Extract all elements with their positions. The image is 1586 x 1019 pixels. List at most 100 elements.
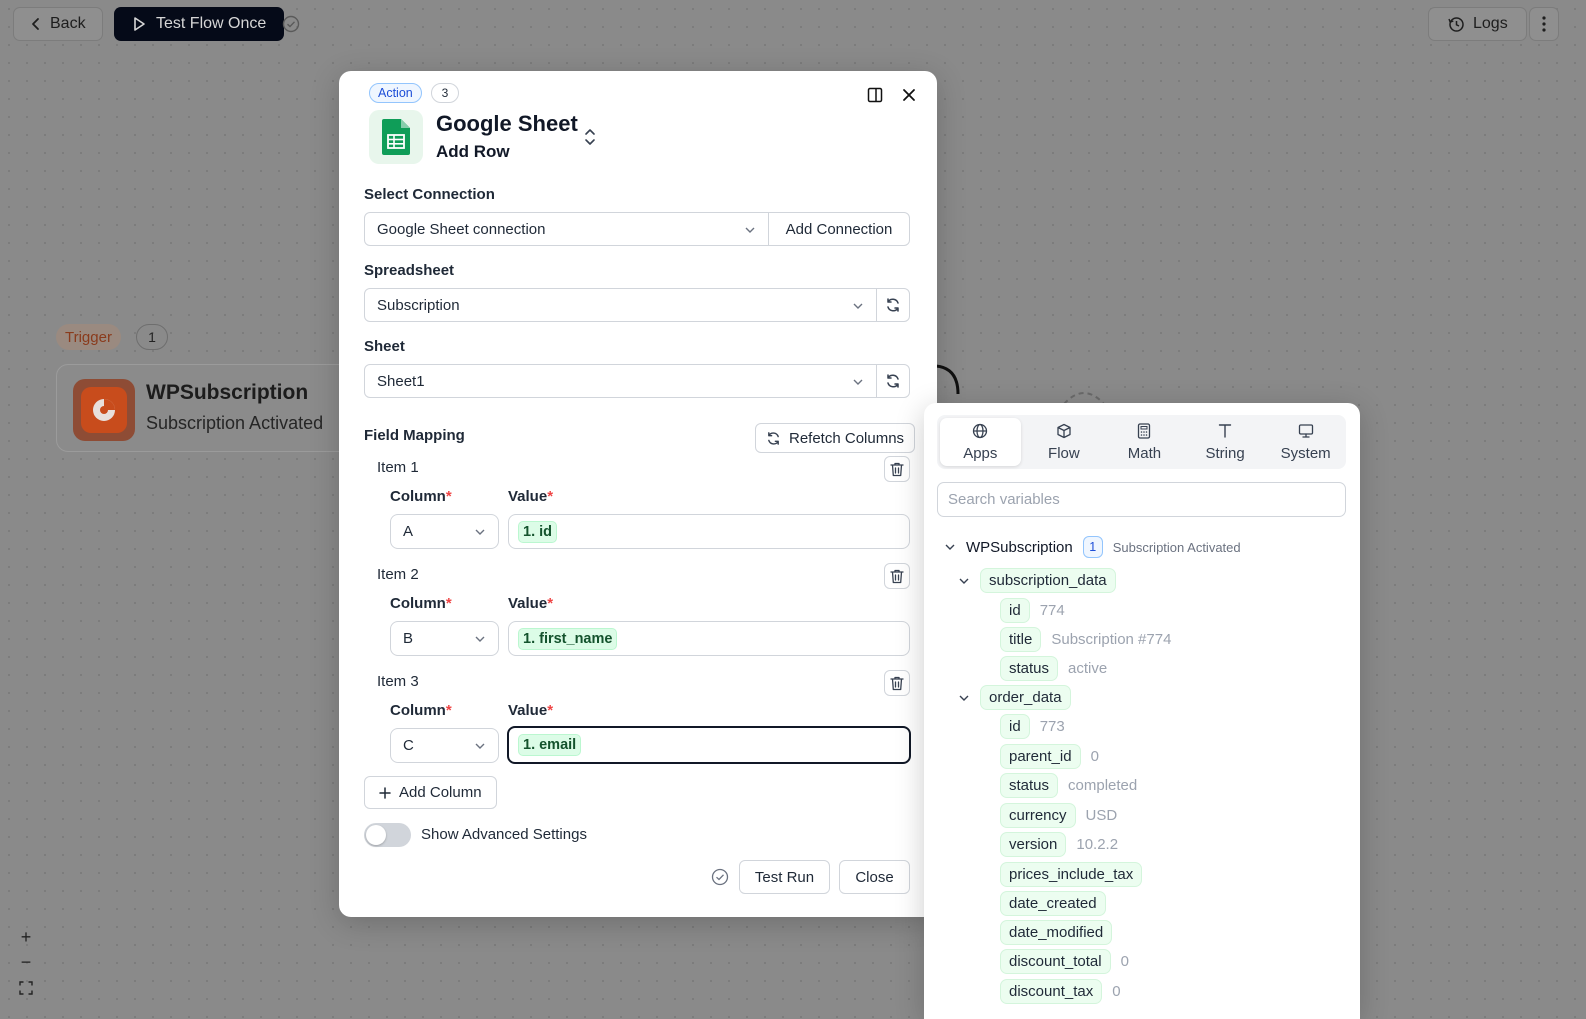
- variable-key-chip[interactable]: date_created: [1000, 891, 1106, 916]
- variable-key-chip[interactable]: currency: [1000, 803, 1076, 828]
- variable-chip[interactable]: 1. id: [518, 520, 558, 543]
- test-flow-once-label: Test Flow Once: [156, 15, 267, 32]
- spreadsheet-select-value: Subscription: [377, 296, 460, 314]
- tab-system[interactable]: System: [1265, 415, 1346, 469]
- column-select[interactable]: A: [390, 514, 499, 549]
- variable-row[interactable]: status active: [1000, 656, 1107, 681]
- tab-apps[interactable]: Apps: [940, 418, 1021, 466]
- refresh-sheet-button[interactable]: [876, 364, 910, 398]
- column-select[interactable]: B: [390, 621, 499, 656]
- variable-value: 0: [1090, 748, 1099, 765]
- column-select[interactable]: C: [390, 728, 499, 763]
- variable-row[interactable]: title Subscription #774: [1000, 627, 1171, 652]
- variable-key-chip[interactable]: title: [1000, 627, 1042, 652]
- advanced-settings-toggle[interactable]: [364, 823, 411, 847]
- variable-key-chip[interactable]: status: [1000, 656, 1059, 681]
- variable-key-chip[interactable]: version: [1000, 832, 1067, 857]
- trigger-badge: Trigger: [56, 324, 121, 350]
- tab-flow[interactable]: Flow: [1024, 415, 1105, 469]
- cube-icon: [1056, 423, 1072, 439]
- variable-key-chip[interactable]: discount_tax: [1000, 979, 1103, 1004]
- spreadsheet-select[interactable]: Subscription: [364, 288, 877, 322]
- variable-source-row[interactable]: WPSubscription 1 Subscription Activated: [944, 536, 1241, 558]
- tab-string[interactable]: String: [1185, 415, 1266, 469]
- trigger-node[interactable]: WPSubscription Subscription Activated: [56, 364, 386, 452]
- variable-row[interactable]: date_modified: [1000, 920, 1113, 945]
- trash-icon: [890, 569, 904, 584]
- variable-chip[interactable]: 1. email: [518, 734, 582, 756]
- fit-view-button[interactable]: [12, 976, 40, 1000]
- trigger-step-number: 1: [136, 324, 168, 350]
- add-connection-button[interactable]: Add Connection: [768, 212, 910, 246]
- variable-group-chip[interactable]: order_data: [980, 685, 1071, 710]
- wpsubscription-logo-icon: [73, 379, 135, 441]
- delete-item-button[interactable]: [884, 670, 910, 696]
- variable-group-row[interactable]: order_data: [958, 685, 1071, 710]
- variable-row[interactable]: status completed: [1000, 773, 1137, 798]
- variable-key-chip[interactable]: parent_id: [1000, 744, 1081, 769]
- sheet-label: Sheet: [364, 338, 405, 355]
- history-icon: [1447, 15, 1465, 33]
- google-sheets-icon: [369, 110, 423, 164]
- variable-row[interactable]: prices_include_tax: [1000, 862, 1143, 887]
- variable-chip[interactable]: 1. first_name: [518, 627, 618, 650]
- variable-key-chip[interactable]: prices_include_tax: [1000, 862, 1143, 887]
- zoom-in-button[interactable]: +: [12, 925, 40, 949]
- app-name: Google Sheet: [436, 111, 578, 136]
- variable-key-chip[interactable]: id: [1000, 714, 1030, 739]
- variable-value: 10.2.2: [1076, 836, 1119, 853]
- tab-math[interactable]: Math: [1104, 415, 1185, 469]
- split-view-icon[interactable]: [867, 87, 883, 103]
- close-icon[interactable]: [902, 88, 916, 102]
- column-select-value: B: [403, 630, 414, 647]
- chevron-down-icon: [958, 575, 970, 587]
- refresh-spreadsheet-button[interactable]: [876, 288, 910, 322]
- test-run-button[interactable]: Test Run: [739, 860, 830, 894]
- field-mapping-label: Field Mapping: [364, 427, 465, 444]
- variable-key-chip[interactable]: status: [1000, 773, 1059, 798]
- variable-row[interactable]: id 774: [1000, 598, 1065, 623]
- variable-row[interactable]: id 773: [1000, 714, 1065, 739]
- delete-item-button[interactable]: [884, 563, 910, 589]
- back-button[interactable]: Back: [13, 7, 103, 41]
- sheet-select[interactable]: Sheet1: [364, 364, 877, 398]
- value-input[interactable]: 1. email: [507, 726, 911, 764]
- variable-row[interactable]: date_created: [1000, 891, 1106, 916]
- zoom-out-button[interactable]: −: [12, 950, 40, 974]
- variable-value: 774: [1039, 602, 1065, 619]
- variable-row[interactable]: discount_tax 0: [1000, 979, 1121, 1004]
- variable-key-chip[interactable]: id: [1000, 598, 1030, 623]
- variable-key-chip[interactable]: discount_total: [1000, 949, 1111, 974]
- action-badge: Action: [369, 83, 422, 103]
- variable-row[interactable]: discount_total 0: [1000, 949, 1129, 974]
- more-vertical-icon: [1542, 16, 1546, 32]
- add-column-button[interactable]: Add Column: [364, 776, 497, 809]
- text-icon: [1218, 423, 1232, 439]
- variable-group-chip[interactable]: subscription_data: [980, 568, 1116, 593]
- test-flow-once-button[interactable]: Test Flow Once: [114, 7, 285, 41]
- chevron-down-icon: [852, 300, 864, 312]
- globe-icon: [972, 423, 988, 439]
- chevron-down-icon: [474, 633, 486, 645]
- variable-row[interactable]: parent_id 0: [1000, 744, 1099, 769]
- trash-icon: [890, 462, 904, 477]
- search-variables-input[interactable]: [937, 482, 1346, 517]
- more-menu-button[interactable]: [1529, 7, 1559, 41]
- variable-value: USD: [1085, 807, 1118, 824]
- variable-row[interactable]: version 10.2.2: [1000, 832, 1118, 857]
- variable-row[interactable]: currency USD: [1000, 803, 1117, 828]
- delete-item-button[interactable]: [884, 456, 910, 482]
- variable-group-row[interactable]: subscription_data: [958, 568, 1116, 593]
- value-input[interactable]: 1. id: [508, 514, 910, 549]
- close-button[interactable]: Close: [839, 860, 910, 894]
- variable-value: 773: [1039, 718, 1065, 735]
- chevron-up-down-icon[interactable]: [583, 127, 597, 147]
- connection-select[interactable]: Google Sheet connection: [364, 212, 769, 246]
- variable-key-chip[interactable]: date_modified: [1000, 920, 1113, 945]
- value-input[interactable]: 1. first_name: [508, 621, 910, 656]
- refetch-columns-button[interactable]: Refetch Columns: [755, 423, 916, 453]
- trigger-subtitle: Subscription Activated: [146, 413, 324, 433]
- action-config-modal: Action 3 Google Sheet Add Row Select Con…: [339, 71, 937, 917]
- logs-button[interactable]: Logs: [1428, 7, 1527, 41]
- spreadsheet-label: Spreadsheet: [364, 262, 455, 279]
